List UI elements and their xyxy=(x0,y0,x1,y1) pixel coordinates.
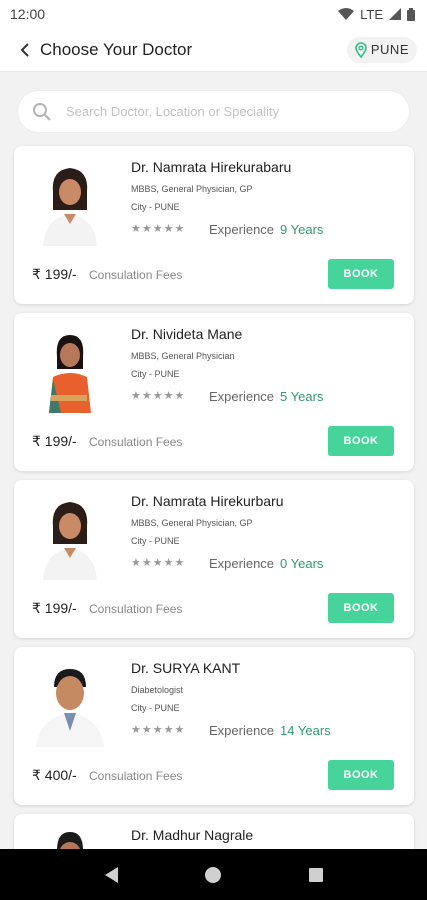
doctor-card[interactable]: Dr. SURYA KANT Diabetologist City - PUNE… xyxy=(14,647,414,805)
doctor-name: Dr. Namrata Hirekurabaru xyxy=(131,159,292,175)
consultation-fee-label: Consulation Fees xyxy=(89,435,183,449)
book-button[interactable]: BOOK xyxy=(328,259,394,289)
status-icons: LTE xyxy=(338,7,415,22)
triangle-back-icon xyxy=(105,866,119,883)
doctor-city: City - PUNE xyxy=(131,703,180,713)
rating-stars: ★★★★★ xyxy=(131,223,186,235)
page-title: Choose Your Doctor xyxy=(40,39,193,59)
status-time: 12:00 xyxy=(10,6,46,22)
location-selector[interactable]: PUNE xyxy=(346,36,417,63)
doctor-qualification: MBBS, General Physician, GP xyxy=(131,518,253,528)
back-arrow-icon xyxy=(20,42,29,57)
book-button[interactable]: BOOK xyxy=(328,426,394,456)
doctor-card[interactable]: Dr. Nivideta Mane MBBS, General Physicia… xyxy=(14,313,414,471)
experience-label: Experience xyxy=(209,723,275,738)
consultation-fee: ₹ 400/- xyxy=(32,767,77,783)
doctor-city: City - PUNE xyxy=(131,202,180,212)
experience: Experience 5 Years xyxy=(209,389,323,404)
consultation-fee: ₹ 199/- xyxy=(32,433,77,449)
doctor-city: City - PUNE xyxy=(131,536,180,546)
network-label: LTE xyxy=(360,6,383,22)
experience: Experience 9 Years xyxy=(209,222,323,237)
doctor-card[interactable]: Dr. Namrata Hirekurbaru MBBS, General Ph… xyxy=(14,480,414,638)
consultation-fee-label: Consulation Fees xyxy=(89,602,183,616)
doctor-qualification: MBBS, General Physician, GP xyxy=(131,184,253,194)
search-input[interactable] xyxy=(66,104,395,119)
nav-home-button[interactable] xyxy=(201,863,225,887)
system-nav-bar xyxy=(0,849,427,900)
experience-label: Experience xyxy=(209,222,275,237)
rating-stars: ★★★★★ xyxy=(131,724,186,736)
doctor-name: Dr. Madhur Nagrale xyxy=(131,827,254,843)
book-button[interactable]: BOOK xyxy=(328,593,394,623)
experience: Experience 14 Years xyxy=(209,723,331,738)
consultation-fee-label: Consulation Fees xyxy=(89,769,183,783)
doctor-name: Dr. SURYA KANT xyxy=(131,660,241,676)
doctor-name: Dr. Namrata Hirekurbaru xyxy=(131,493,284,509)
location-pin-icon xyxy=(355,41,367,58)
doctor-avatar xyxy=(34,158,106,246)
doctor-avatar xyxy=(34,325,106,413)
square-recents-icon xyxy=(308,867,323,882)
doctor-name: Dr. Nivideta Mane xyxy=(131,326,243,342)
rating-stars: ★★★★★ xyxy=(131,390,186,402)
search-icon xyxy=(33,102,51,121)
doctor-card[interactable]: Dr. Madhur Nagrale xyxy=(14,814,414,854)
status-bar: 12:00 LTE xyxy=(0,0,427,28)
consultation-fee: ₹ 199/- xyxy=(32,266,77,282)
signal-icon xyxy=(389,8,401,20)
doctor-card[interactable]: Dr. Namrata Hirekurabaru MBBS, General P… xyxy=(14,146,414,304)
search-bar[interactable] xyxy=(18,91,409,132)
experience-label: Experience xyxy=(209,389,275,404)
consultation-fee-label: Consulation Fees xyxy=(89,268,183,282)
experience-value: 5 Years xyxy=(280,389,324,404)
app-bar: Choose Your Doctor PUNE xyxy=(0,28,427,72)
doctor-list: Dr. Namrata Hirekurabaru MBBS, General P… xyxy=(14,146,414,863)
nav-recents-button[interactable] xyxy=(304,863,328,887)
battery-icon xyxy=(407,7,415,21)
experience-value: 9 Years xyxy=(280,222,324,237)
rating-stars: ★★★★★ xyxy=(131,557,186,569)
doctor-city: City - PUNE xyxy=(131,369,180,379)
experience-label: Experience xyxy=(209,556,275,571)
back-button[interactable] xyxy=(14,39,36,61)
doctor-qualification: MBBS, General Physician xyxy=(131,351,235,361)
experience-value: 14 Years xyxy=(280,723,331,738)
doctor-avatar xyxy=(34,659,106,747)
circle-home-icon xyxy=(205,866,222,883)
location-label: PUNE xyxy=(370,42,409,57)
doctor-avatar xyxy=(34,492,106,580)
experience-value: 0 Years xyxy=(280,556,324,571)
experience: Experience 0 Years xyxy=(209,556,323,571)
doctor-qualification: Diabetologist xyxy=(131,685,184,695)
nav-back-button[interactable] xyxy=(99,863,123,887)
consultation-fee: ₹ 199/- xyxy=(32,600,77,616)
book-button[interactable]: BOOK xyxy=(328,760,394,790)
wifi-icon xyxy=(338,8,355,20)
